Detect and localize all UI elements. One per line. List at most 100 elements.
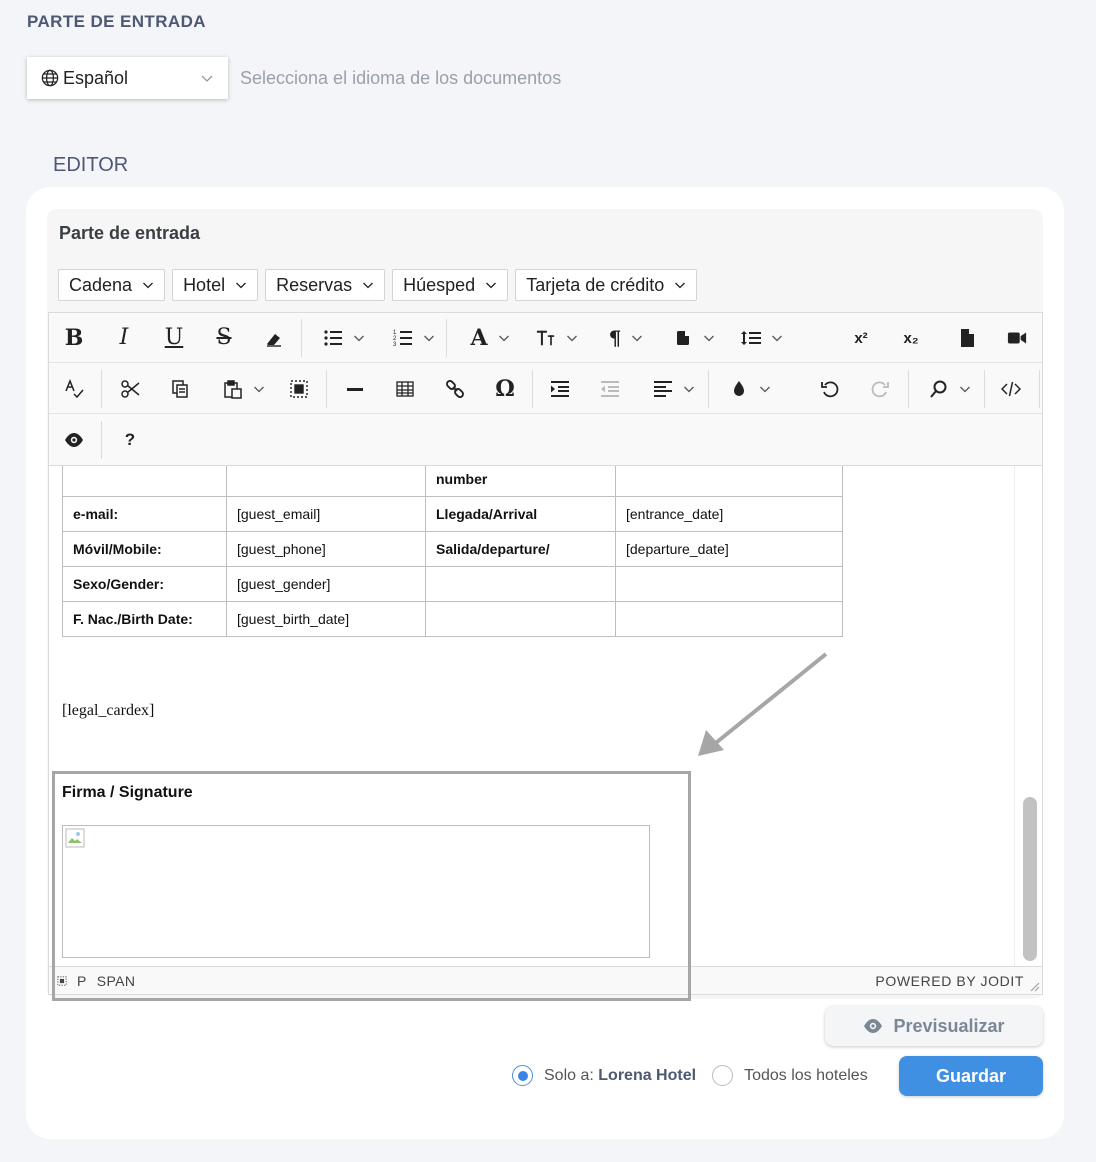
menu-cadena[interactable]: Cadena — [58, 269, 166, 301]
unordered-list-button[interactable] — [319, 325, 369, 351]
arrow-annotation-icon — [698, 652, 828, 756]
symbol-button[interactable]: Ω — [494, 376, 516, 402]
svg-text:3: 3 — [393, 342, 397, 348]
section-title: PARTE DE ENTRADA — [27, 12, 206, 31]
menu-reservas[interactable]: Reservas — [265, 269, 386, 301]
copy-button[interactable] — [169, 376, 191, 402]
align-button[interactable] — [649, 376, 699, 402]
eraser-button[interactable] — [263, 325, 285, 351]
superscript-button[interactable]: x² — [849, 325, 873, 351]
cardex-table: number e-mail: [guest_email] Llegada/Arr… — [62, 466, 843, 637]
ordered-list-button[interactable]: 123 — [389, 325, 439, 351]
signature-image[interactable] — [62, 825, 650, 958]
align-icon — [654, 381, 672, 397]
font-button[interactable]: A — [465, 325, 515, 351]
underline-icon: U — [164, 325, 184, 350]
menu-tarjeta-de-credito[interactable]: Tarjeta de crédito — [515, 269, 698, 301]
eraser-icon — [267, 334, 281, 347]
preview-button[interactable]: Previsualizar — [825, 1006, 1043, 1046]
chevron-down-icon — [236, 282, 247, 289]
copy-icon — [172, 380, 188, 398]
subscript-button[interactable]: x₂ — [899, 325, 923, 351]
video-icon — [1007, 332, 1027, 344]
help-button[interactable]: ? — [119, 427, 141, 453]
table-row: e-mail: [guest_email] Llegada/Arrival [e… — [62, 496, 843, 532]
chevron-down-icon — [960, 386, 970, 393]
scope-options: Solo a: Lorena Hotel Todos los hoteles — [512, 1065, 868, 1086]
broken-image-icon — [65, 828, 85, 848]
strikethrough-button[interactable]: S — [213, 325, 235, 351]
undo-button[interactable] — [819, 376, 841, 402]
chevron-down-icon — [486, 282, 497, 289]
source-button[interactable] — [1000, 376, 1022, 402]
font-icon: A — [470, 325, 488, 351]
powered-by[interactable]: POWERED BY JODIT — [875, 973, 1024, 989]
source-icon — [1001, 381, 1021, 397]
spellcheck-button[interactable] — [63, 376, 85, 402]
scope-all-radio[interactable] — [712, 1065, 734, 1086]
path-item-p[interactable]: P — [77, 973, 87, 989]
line-height-icon — [741, 331, 761, 345]
select-all-icon — [290, 380, 308, 398]
ordered-list-icon: 123 — [393, 330, 412, 348]
path-item-span[interactable]: SPAN — [97, 973, 136, 989]
paragraph-button[interactable]: ¶ — [601, 325, 651, 351]
link-button[interactable] — [444, 376, 466, 402]
scrollbar-thumb[interactable] — [1023, 797, 1037, 961]
unordered-list-icon — [324, 330, 342, 346]
indent-icon — [551, 381, 569, 397]
chevron-down-icon — [143, 282, 154, 289]
paste-button[interactable] — [219, 376, 269, 402]
select-all-button[interactable] — [288, 376, 310, 402]
language-select-value: Español — [63, 67, 129, 88]
save-button[interactable]: Guardar — [899, 1056, 1043, 1096]
chevron-down-icon — [684, 386, 694, 393]
chevron-down-icon — [632, 335, 643, 342]
language-select[interactable]: Español — [27, 57, 228, 99]
find-button[interactable] — [925, 376, 975, 402]
globe-icon — [41, 69, 59, 87]
editor-scrollbar[interactable] — [1014, 466, 1042, 966]
underline-button[interactable]: U — [163, 325, 185, 351]
editor-label: EDITOR — [53, 154, 129, 176]
paste-icon — [224, 380, 242, 399]
table-button[interactable] — [394, 376, 416, 402]
outdent-button[interactable] — [599, 376, 621, 402]
spellcheck-icon — [65, 379, 84, 399]
video-button[interactable] — [1005, 325, 1029, 351]
select-all-icon[interactable] — [57, 975, 67, 986]
horizontal-rule-icon — [347, 388, 363, 391]
cut-button[interactable] — [119, 376, 141, 402]
horizontal-rule-button[interactable] — [344, 376, 366, 402]
classname-button[interactable] — [669, 325, 719, 351]
menu-huesped[interactable]: Húesped — [392, 269, 509, 301]
font-size-icon — [536, 330, 555, 346]
menu-hotel[interactable]: Hotel — [172, 269, 259, 301]
eye-icon — [864, 1019, 883, 1033]
document-title: Parte de entrada — [59, 223, 201, 243]
redo-button[interactable] — [869, 376, 891, 402]
undo-icon — [821, 381, 839, 398]
link-icon — [446, 380, 464, 398]
line-height-button[interactable] — [737, 325, 787, 351]
scope-only-radio[interactable] — [512, 1065, 533, 1086]
signature-title: Firma / Signature — [62, 784, 193, 801]
italic-button[interactable]: I — [113, 325, 135, 351]
editor-content[interactable]: number e-mail: [guest_email] Llegada/Arr… — [49, 466, 1014, 966]
chevron-down-icon — [424, 335, 434, 342]
indent-button[interactable] — [549, 376, 571, 402]
font-size-button[interactable] — [532, 325, 582, 351]
table-row: Sexo/Gender: [guest_gender] — [62, 566, 843, 602]
preview-button[interactable] — [63, 427, 85, 453]
brush-button[interactable] — [725, 376, 775, 402]
cut-icon — [121, 380, 140, 398]
file-button[interactable] — [955, 325, 979, 351]
classname-icon — [677, 331, 689, 345]
chevron-down-icon — [363, 282, 374, 289]
file-icon — [961, 329, 974, 347]
brush-icon — [734, 381, 744, 396]
legal-placeholder: [legal_cardex] — [62, 702, 155, 719]
outdent-icon — [601, 381, 619, 397]
resize-handle-icon[interactable] — [1028, 980, 1040, 992]
bold-button[interactable]: B — [63, 325, 85, 351]
